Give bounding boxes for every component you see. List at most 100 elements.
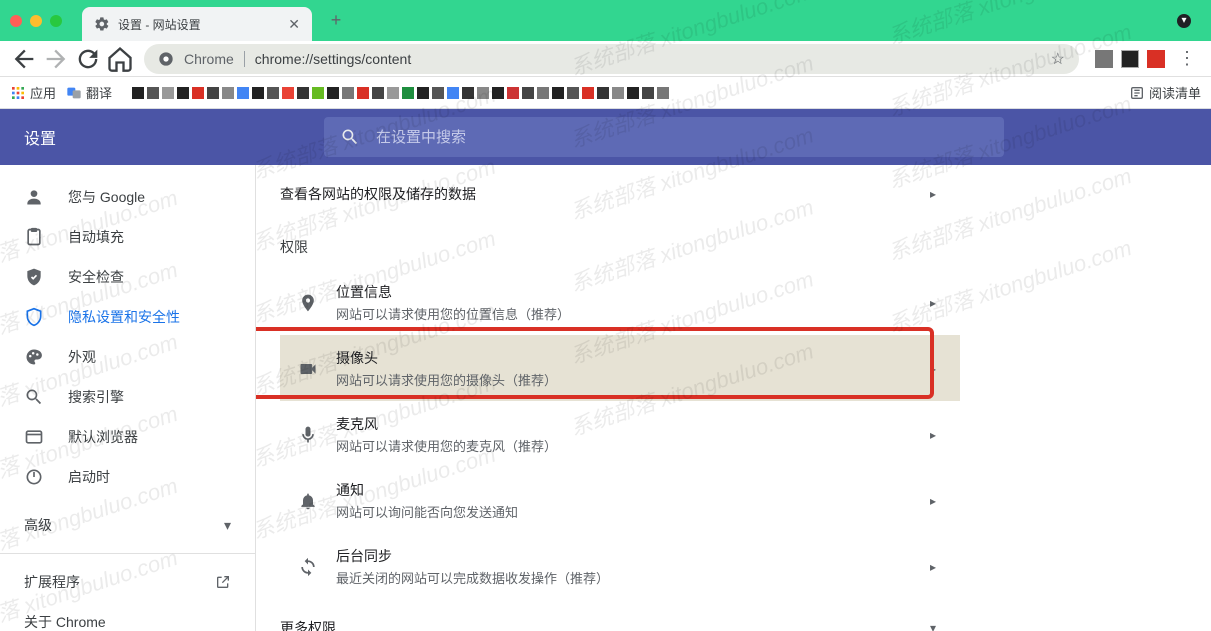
forward-button[interactable] — [42, 45, 70, 73]
sidebar-item-label: 隐私设置和安全性 — [68, 307, 180, 327]
row-subtitle: 网站可以请求使用您的位置信息（推荐） — [336, 304, 930, 323]
row-title: 后台同步 — [336, 546, 930, 566]
close-window-button[interactable] — [10, 15, 22, 27]
row-background-sync[interactable]: 后台同步最近关闭的网站可以完成数据收发操作（推荐） ▸ — [280, 533, 960, 599]
bookmark-star-icon[interactable]: ☆ — [1051, 49, 1065, 69]
close-tab-button[interactable]: ✕ — [288, 16, 300, 33]
apps-shortcut[interactable]: 应用 — [10, 83, 56, 102]
section-title-permissions: 权限 — [280, 213, 960, 269]
bookmark-folders — [132, 87, 1119, 99]
sidebar-item-you-and-google[interactable]: 您与 Google — [0, 177, 255, 217]
sidebar-item-default-browser[interactable]: 默认浏览器 — [0, 417, 255, 457]
chevron-right-icon: ▸ — [930, 560, 936, 574]
sidebar-item-label: 您与 Google — [68, 187, 145, 207]
browser-toolbar: Chrome chrome://settings/content ☆ ⋮ — [0, 41, 1211, 77]
autofill-icon — [24, 227, 44, 247]
home-button[interactable] — [106, 45, 134, 73]
search-icon — [340, 127, 360, 147]
search-input[interactable] — [376, 129, 988, 146]
row-title: 摄像头 — [336, 348, 930, 368]
chevron-right-icon: ▸ — [930, 296, 936, 310]
row-title: 麦克风 — [336, 414, 930, 434]
reading-list-icon — [1129, 85, 1145, 101]
row-microphone[interactable]: 麦克风网站可以请求使用您的麦克风（推荐） ▸ — [280, 401, 960, 467]
chevron-right-icon: ▸ — [930, 428, 936, 442]
power-icon — [24, 467, 44, 487]
sidebar-item-search-engine[interactable]: 搜索引擎 — [0, 377, 255, 417]
sidebar-item-label: 安全检查 — [68, 267, 124, 287]
omnibox-url: chrome://settings/content — [255, 51, 1041, 67]
profile-indicator[interactable]: ▾ — [1177, 14, 1191, 28]
traffic-lights — [10, 15, 62, 27]
sidebar-item-privacy[interactable]: 隐私设置和安全性 — [0, 297, 255, 337]
extension-icon[interactable] — [1121, 50, 1139, 68]
main-panel: 查看各网站的权限及储存的数据 ▸ 权限 位置信息网站可以请求使用您的位置信息（推… — [256, 165, 1211, 631]
chevron-right-icon: ▸ — [930, 494, 936, 508]
sync-icon — [280, 557, 336, 577]
bell-icon — [280, 491, 336, 511]
browser-icon — [24, 427, 44, 447]
translate-shortcut[interactable]: 翻译 — [66, 83, 112, 102]
location-icon — [280, 293, 336, 313]
extensions-label: 扩展程序 — [24, 572, 80, 592]
apps-icon — [10, 85, 26, 101]
new-tab-button[interactable]: + — [322, 7, 350, 35]
sidebar-separator — [0, 553, 255, 554]
sidebar-item-autofill[interactable]: 自动填充 — [0, 217, 255, 257]
row-title: 查看各网站的权限及储存的数据 — [280, 184, 930, 204]
settings-search[interactable] — [324, 117, 1004, 157]
sidebar-about[interactable]: 关于 Chrome — [0, 602, 255, 631]
fullscreen-window-button[interactable] — [50, 15, 62, 27]
palette-icon — [24, 347, 44, 367]
row-notifications[interactable]: 通知网站可以询问能否向您发送通知 ▸ — [280, 467, 960, 533]
apps-label: 应用 — [30, 83, 56, 102]
row-view-site-data[interactable]: 查看各网站的权限及储存的数据 ▸ — [280, 173, 960, 213]
sidebar-item-label: 自动填充 — [68, 227, 124, 247]
sidebar-item-label: 搜索引擎 — [68, 387, 124, 407]
bookmarks-bar: 应用 翻译 阅读清单 — [0, 77, 1211, 109]
chevron-right-icon: ▸ — [930, 362, 936, 376]
camera-icon — [280, 359, 336, 379]
minimize-window-button[interactable] — [30, 15, 42, 27]
row-camera[interactable]: 摄像头网站可以请求使用您的摄像头（推荐） ▸ — [280, 335, 960, 401]
shield-check-icon — [24, 267, 44, 287]
window-titlebar: 设置 - 网站设置 ✕ + ▾ — [0, 0, 1211, 41]
gear-icon — [94, 16, 110, 32]
extension-icon[interactable] — [1095, 50, 1113, 68]
about-label: 关于 Chrome — [24, 612, 106, 631]
row-subtitle: 最近关闭的网站可以完成数据收发操作（推荐） — [336, 568, 930, 587]
sidebar-item-label: 启动时 — [68, 467, 110, 487]
menu-button[interactable]: ⋮ — [1173, 45, 1201, 73]
sidebar: 您与 Google 自动填充 安全检查 隐私设置和安全性 外观 搜索引擎 默认浏… — [0, 165, 256, 631]
row-subtitle: 网站可以请求使用您的摄像头（推荐） — [336, 370, 930, 389]
sidebar-item-safety-check[interactable]: 安全检查 — [0, 257, 255, 297]
sidebar-item-appearance[interactable]: 外观 — [0, 337, 255, 377]
row-title: 通知 — [336, 480, 930, 500]
chevron-down-icon: ▾ — [930, 621, 936, 631]
settings-header: 设置 — [0, 109, 1211, 165]
tab-title: 设置 - 网站设置 — [118, 16, 280, 33]
reading-list-label: 阅读清单 — [1149, 83, 1201, 102]
address-bar[interactable]: Chrome chrome://settings/content ☆ — [144, 44, 1079, 74]
row-title: 更多权限 — [280, 618, 930, 631]
back-button[interactable] — [10, 45, 38, 73]
row-more-permissions[interactable]: 更多权限 ▾ — [280, 607, 960, 631]
sidebar-item-on-startup[interactable]: 启动时 — [0, 457, 255, 497]
omnibox-chip: Chrome — [184, 51, 234, 67]
omnibox-separator — [244, 51, 245, 67]
sidebar-extensions[interactable]: 扩展程序 — [0, 562, 255, 602]
chevron-down-icon: ▾ — [224, 517, 231, 534]
translate-label: 翻译 — [86, 83, 112, 102]
open-external-icon — [215, 574, 231, 590]
row-location[interactable]: 位置信息网站可以请求使用您的位置信息（推荐） ▸ — [280, 269, 960, 335]
translate-icon — [66, 85, 82, 101]
row-subtitle: 网站可以询问能否向您发送通知 — [336, 502, 930, 521]
shield-icon — [24, 307, 44, 327]
reload-button[interactable] — [74, 45, 102, 73]
row-title: 位置信息 — [336, 282, 930, 302]
sidebar-advanced[interactable]: 高级 ▾ — [0, 505, 255, 545]
browser-tab[interactable]: 设置 - 网站设置 ✕ — [82, 7, 312, 41]
extension-icon[interactable] — [1147, 50, 1165, 68]
sidebar-item-label: 默认浏览器 — [68, 427, 138, 447]
reading-list[interactable]: 阅读清单 — [1129, 83, 1201, 102]
